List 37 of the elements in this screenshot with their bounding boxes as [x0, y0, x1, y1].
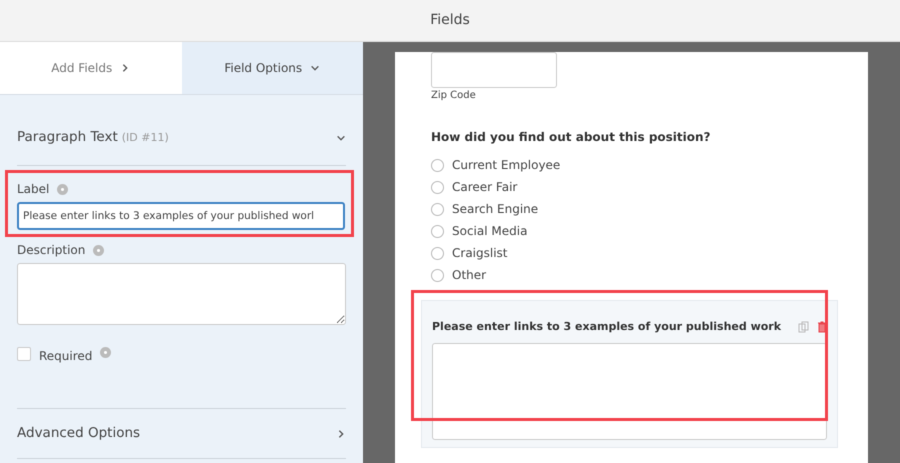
- help-icon: [93, 244, 104, 256]
- zip-input[interactable]: [431, 52, 557, 88]
- tab[interactable]: Add Fields: [0, 42, 182, 95]
- option-label: Current Employee: [452, 157, 560, 174]
- option-label: Career Fair: [452, 179, 518, 196]
- tab[interactable]: Field Options: [182, 42, 363, 95]
- caret-icon: [310, 63, 320, 73]
- option-label: Search Engine: [452, 201, 538, 218]
- option-label: Social Media: [452, 223, 528, 240]
- radio-button[interactable]: [431, 246, 444, 260]
- field-block[interactable]: Please enter links to 3 examples of your published work: [421, 300, 838, 448]
- id-label: (ID #11): [122, 131, 169, 144]
- checkbox-label: Required: [39, 348, 92, 365]
- label-input[interactable]: Please enter links to 3 examples of your published worl: [17, 202, 345, 230]
- caret-icon: [120, 63, 130, 73]
- radio-button[interactable]: [431, 224, 444, 238]
- radio-button[interactable]: [431, 158, 444, 172]
- help-icon: [100, 347, 112, 358]
- radio-button[interactable]: [431, 202, 444, 216]
- question-label: How did you find out about this position?: [431, 129, 712, 146]
- radio-button[interactable]: [431, 180, 444, 194]
- radio-button[interactable]: [431, 268, 444, 282]
- delete-icon[interactable]: [817, 321, 827, 334]
- field-label: Description: [17, 242, 86, 259]
- option-label: Craigslist: [452, 245, 508, 262]
- section-title[interactable]: Advanced Options: [17, 423, 140, 444]
- description-textarea[interactable]: [17, 263, 346, 325]
- section-title: Paragraph Text: [17, 129, 118, 146]
- page-title: Fields: [430, 11, 470, 30]
- textarea-preview[interactable]: [432, 342, 827, 440]
- help-icon: [57, 184, 68, 194]
- duplicate-icon[interactable]: [798, 321, 809, 334]
- field-label: Zip Code: [431, 89, 477, 103]
- required-checkbox[interactable]: [17, 347, 31, 361]
- field-label: Please enter links to 3 examples of your published work: [432, 319, 782, 335]
- field-label: Label: [17, 181, 50, 198]
- option-label: Other: [452, 267, 486, 284]
